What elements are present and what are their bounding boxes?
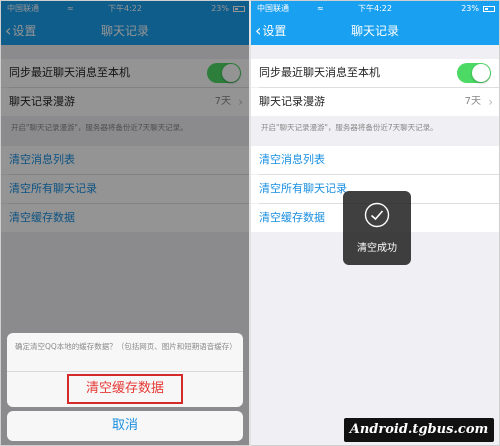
watermark-logo: Android.tgbus.com (344, 418, 494, 442)
confirm-clear-cache-button[interactable]: 清空缓存数据 (67, 374, 183, 404)
toast-message: 清空成功 (357, 243, 397, 254)
roaming-label: 聊天记录漫游 (259, 95, 325, 108)
battery-level: 23% (461, 4, 479, 13)
clear-list-row[interactable]: 清空消息列表 (251, 146, 499, 174)
action-sheet: 确定清空QQ本地的缓存数据？（包括网页、图片和短期语音缓存） 清空缓存数据 (7, 333, 243, 407)
chevron-right-icon: › (488, 95, 493, 109)
sheet-divider (7, 371, 243, 372)
checkmark-icon (364, 202, 390, 228)
battery-icon (483, 6, 495, 12)
page-title: 聊天记录 (350, 24, 399, 38)
sync-toggle[interactable] (457, 63, 491, 83)
phone-screen-left: 中国联通 ≈ 下午4:22 23% ‹设置 聊天记录 同步最近聊天消息至本机 聊… (1, 1, 249, 445)
success-toast: 清空成功 (343, 191, 411, 265)
clear-all-label: 清空所有聊天记录 (259, 182, 347, 195)
nav-bar: ‹设置 聊天记录 (251, 17, 499, 45)
cancel-button[interactable]: 取消 (7, 411, 243, 441)
toggle-knob (472, 64, 490, 82)
sync-label: 同步最近聊天消息至本机 (259, 66, 380, 79)
action-sheet-message: 确定清空QQ本地的缓存数据？（包括网页、图片和短期语音缓存） (15, 342, 237, 351)
clear-list-label: 清空消息列表 (259, 153, 325, 166)
clear-cache-label: 清空缓存数据 (259, 211, 325, 224)
phone-screen-right: 中国联通 ≈ 下午4:22 23% ‹设置 聊天记录 同步最近聊天消息至本机 聊… (251, 1, 499, 445)
roaming-row[interactable]: 聊天记录漫游 7天 › (251, 88, 499, 116)
sync-row[interactable]: 同步最近聊天消息至本机 (251, 59, 499, 87)
status-bar: 中国联通 ≈ 下午4:22 23% (251, 1, 499, 17)
roaming-note: 开启"聊天记录漫游"，服务器将备份近7天聊天记录。 (261, 123, 438, 132)
roaming-value: 7天 (464, 96, 481, 107)
